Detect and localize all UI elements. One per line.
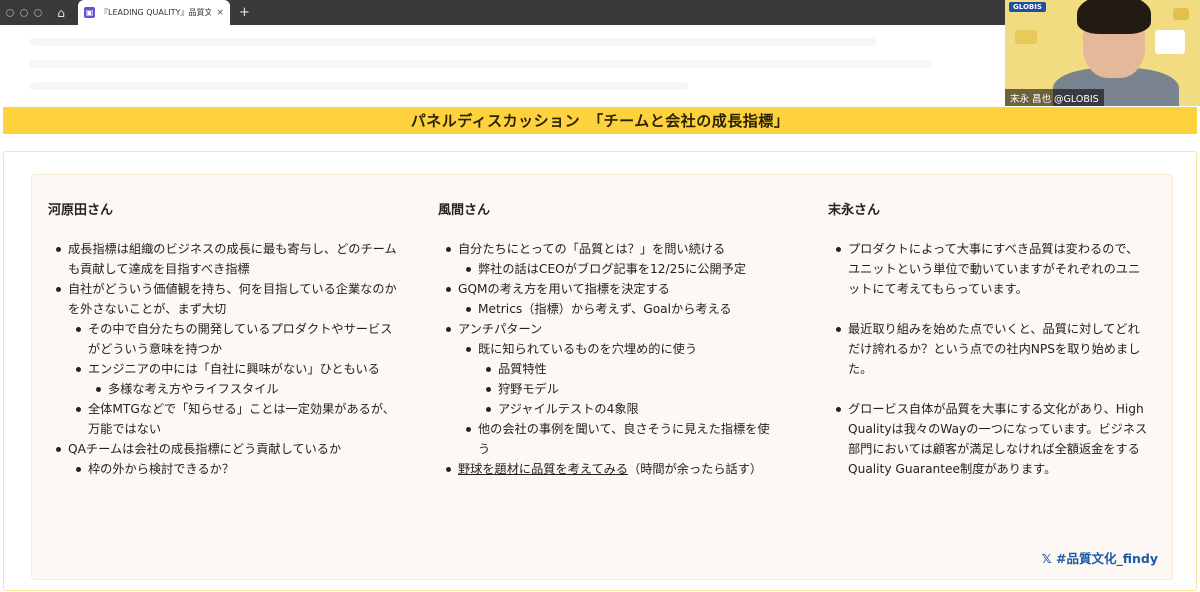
column-heading: 末永さん: [828, 203, 881, 218]
list-item: GQMの考え方を用いて指標を決定する: [438, 279, 778, 299]
slide-title-banner: パネルディスカッション 「チームと会社の成長指標」: [3, 107, 1197, 134]
tab-title: 『LEADING QUALITY』品質文化の: [100, 8, 212, 17]
globis-logo: GLOBIS: [1009, 2, 1046, 12]
maximize-window-icon[interactable]: [34, 8, 42, 17]
faded-page-background: [30, 38, 970, 104]
list-item: 多様な考え方やライフスタイル: [48, 379, 398, 399]
list-item: 品質特性: [438, 359, 778, 379]
column-suenaga: 末永さん プロダクトによって大事にすべき品質は変わるので、ユニットという単位で動…: [828, 201, 1148, 479]
speaker-video-overlay: GLOBIS 末永 昌也 @GLOBIS: [1005, 0, 1200, 106]
list-item: その中で自分たちの開発しているプロダクトやサービスがどういう意味を持つか: [48, 319, 398, 359]
time-permitting-note: （時間が余ったら話す）: [628, 462, 763, 476]
list-item: 既に知られているものを穴埋め的に使う: [438, 339, 778, 359]
list-item: アジャイルテストの4象限: [438, 399, 778, 419]
minimize-window-icon[interactable]: [20, 8, 28, 17]
browser-tab-active[interactable]: ▣ 『LEADING QUALITY』品質文化の ×: [78, 0, 230, 25]
background-decoration: [1173, 8, 1189, 20]
list-item: グロービス自体が品質を大事にする文化があり、High Qualityは我々のWa…: [828, 399, 1148, 479]
speaker-hair: [1077, 0, 1151, 34]
tab-close-icon[interactable]: ×: [216, 8, 224, 18]
list-item: 弊社の話はCEOがブログ記事を12/25に公開予定: [438, 259, 778, 279]
slide-title: パネルディスカッション 「チームと会社の成長指標」: [410, 112, 790, 130]
column-kazama: 風間さん 自分たちにとっての「品質とは？」を問い続ける 弊社の話はCEOがブログ…: [438, 201, 778, 479]
new-tab-icon[interactable]: +: [239, 5, 250, 20]
discussion-panel: 河原田さん 成長指標は組織のビジネスの成長に最も寄与し、どのチームも貢献して達成…: [3, 151, 1197, 591]
list-item: エンジニアの中には「自社に興味がない」ひともいる: [48, 359, 398, 379]
discussion-panel-inner: 河原田さん 成長指標は組織のビジネスの成長に最も寄与し、どのチームも貢献して達成…: [31, 174, 1173, 580]
list-item: 狩野モデル: [438, 379, 778, 399]
list-item: 他の会社の事例を聞いて、良さそうに見えた指標を使う: [438, 419, 778, 459]
window-controls: [0, 8, 48, 17]
list-item: Metrics（指標）から考えず、Goalから考える: [438, 299, 778, 319]
slide-favicon-icon: ▣: [84, 7, 95, 18]
event-hashtag: 𝕏 #品質文化_findy: [1041, 551, 1158, 566]
close-window-icon[interactable]: [6, 8, 14, 17]
list-item: 全体MTGなどで「知らせる」ことは一定効果があるが、万能ではない: [48, 399, 398, 439]
background-sign: [1155, 30, 1185, 54]
list-item: 成長指標は組織のビジネスの成長に最も寄与し、どのチームも貢献して達成を目指すべき…: [48, 239, 398, 279]
bullet-list: 成長指標は組織のビジネスの成長に最も寄与し、どのチームも貢献して達成を目指すべき…: [48, 239, 398, 479]
list-item: 枠の外から検討できるか？: [48, 459, 398, 479]
home-icon[interactable]: ⌂: [50, 2, 72, 24]
bullet-list: 自分たちにとっての「品質とは？」を問い続ける 弊社の話はCEOがブログ記事を12…: [438, 239, 778, 479]
bullet-list: プロダクトによって大事にすべき品質は変わるので、ユニットという単位で動いています…: [828, 239, 1148, 479]
column-heading: 河原田さん: [48, 203, 114, 218]
column-heading: 風間さん: [438, 203, 491, 218]
column-kawarada: 河原田さん 成長指標は組織のビジネスの成長に最も寄与し、どのチームも貢献して達成…: [48, 201, 398, 479]
list-item: QAチームは会社の成長指標にどう貢献しているか: [48, 439, 398, 459]
list-item: アンチパターン: [438, 319, 778, 339]
list-item: 自分たちにとっての「品質とは？」を問い続ける: [438, 239, 778, 259]
background-decoration: [1015, 30, 1037, 44]
list-item: 最近取り組みを始めた点でいくと、品質に対してどれだけ誇れるか？という点での社内N…: [828, 319, 1148, 379]
list-item-baseball: 野球を題材に品質を考えてみる（時間が余ったら話す）: [438, 459, 778, 479]
baseball-topic-link[interactable]: 野球を題材に品質を考えてみる: [458, 462, 628, 476]
list-item: プロダクトによって大事にすべき品質は変わるので、ユニットという単位で動いています…: [828, 239, 1148, 299]
speaker-name-label: 末永 昌也 @GLOBIS: [1005, 89, 1104, 106]
list-item: 自社がどういう価値観を持ち、何を目指している企業なのかを外さないことが、まず大切: [48, 279, 398, 319]
